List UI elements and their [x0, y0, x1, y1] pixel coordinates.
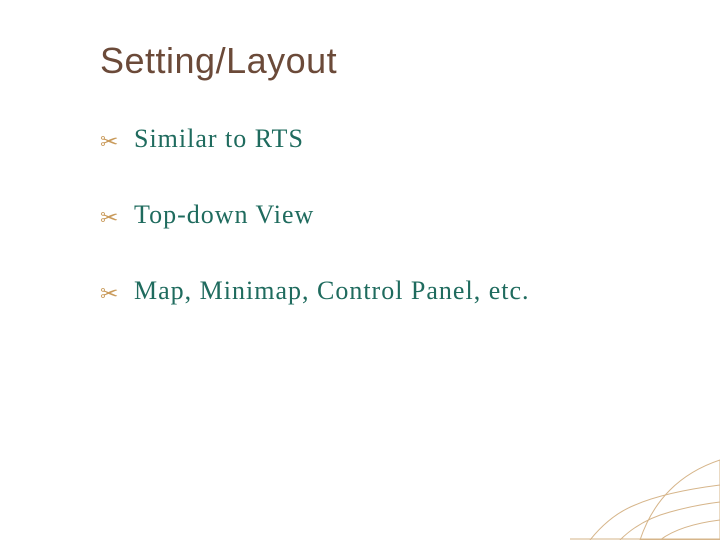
bullet-item: ✂ Map, Minimap, Control Panel, etc.	[100, 274, 670, 308]
slide-container: Setting/Layout ✂ Similar to RTS ✂ Top-do…	[0, 0, 720, 540]
bullet-item: ✂ Top-down View	[100, 198, 670, 232]
corner-decoration	[570, 420, 720, 540]
bullet-item: ✂ Similar to RTS	[100, 122, 670, 156]
scissors-icon: ✂	[100, 128, 119, 157]
bullet-text: Map, Minimap, Control Panel, etc.	[134, 276, 530, 305]
bullet-text: Top-down View	[134, 200, 314, 229]
bullet-list: ✂ Similar to RTS ✂ Top-down View ✂ Map, …	[100, 122, 670, 307]
scissors-icon: ✂	[100, 280, 119, 309]
slide-title: Setting/Layout	[100, 40, 670, 82]
bullet-text: Similar to RTS	[134, 124, 304, 153]
scissors-icon: ✂	[100, 204, 119, 233]
